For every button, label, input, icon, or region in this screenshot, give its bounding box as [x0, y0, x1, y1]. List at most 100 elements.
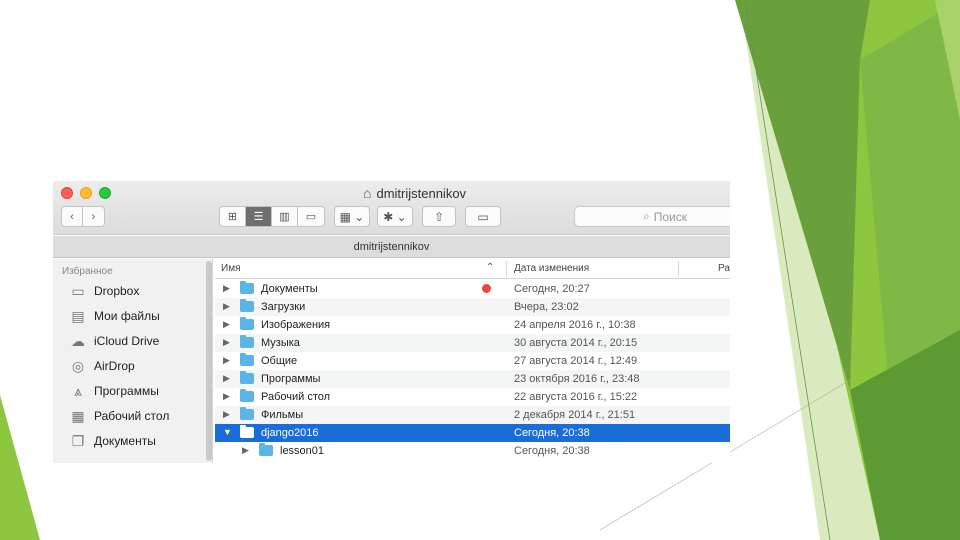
folder-icon [240, 407, 254, 420]
all-files-icon: ▤ [71, 307, 85, 324]
search-field[interactable]: ⌕ Поиск [574, 206, 730, 227]
item-date: 22 августа 2016 г., 15:22 [514, 391, 638, 403]
item-date: 30 августа 2014 г., 20:15 [514, 337, 638, 349]
sidebar-item-applications[interactable]: ⩓ Программы [68, 381, 159, 401]
disclosure-triangle-icon[interactable]: ▶ [223, 301, 230, 312]
grid-icon: ⊞ [227, 211, 238, 223]
list-item[interactable]: ▶ Общие 27 августа 2014 г., 12:49 [215, 352, 730, 370]
column-header-date[interactable]: Дата изменения [514, 263, 589, 274]
item-date: Сегодня, 20:38 [514, 445, 590, 457]
home-icon: ⌂ [363, 185, 372, 201]
zoom-button[interactable] [99, 187, 111, 199]
item-name: Рабочий стол [261, 391, 331, 403]
desktop-icon: ▦ [71, 407, 85, 424]
list-item[interactable]: ▶ Фильмы 2 декабря 2014 г., 21:51 [215, 406, 730, 424]
tags-button[interactable]: ▭ [465, 206, 501, 227]
disclosure-triangle-icon[interactable]: ▶ [223, 337, 230, 348]
sidebar-item-documents[interactable]: ❐ Документы [68, 431, 156, 451]
navigation-buttons: ‹ › [61, 206, 105, 227]
disclosure-triangle-icon[interactable]: ▶ [223, 283, 230, 294]
sidebar-item-icloud-drive[interactable]: ☁ iCloud Drive [68, 331, 159, 351]
folder-icon [240, 299, 254, 312]
share-button[interactable]: ⇧ [422, 206, 456, 227]
column-header-size[interactable]: Ра [718, 263, 730, 274]
sidebar-item-label: Dropbox [94, 284, 140, 298]
sidebar-item-desktop[interactable]: ▦ Рабочий стол [68, 406, 169, 426]
disclosure-triangle-icon[interactable]: ▶ [223, 355, 230, 366]
item-name: Программы [261, 373, 321, 385]
share-icon: ⇧ [433, 209, 445, 224]
sidebar-item-label: Мои файлы [94, 309, 160, 323]
folder-icon [240, 335, 254, 348]
disclosure-triangle-icon[interactable]: ▶ [242, 445, 249, 456]
cloud-icon: ☁ [71, 332, 85, 349]
disclosure-triangle-icon[interactable]: ▶ [223, 319, 230, 330]
path-bar: dmitrijstennikov [53, 236, 730, 258]
forward-button[interactable]: › [83, 207, 104, 226]
sort-ascending-icon: ⌃ [486, 262, 495, 273]
folder-icon: ▭ [71, 282, 85, 299]
action-button[interactable]: ✱ ⌄ [377, 206, 413, 227]
presentation-slide: ⌂ dmitrijstennikov ‹ › ⊞ ☰ ▥ ▭ ▦ ⌄ ✱ ⌄ ⇧… [0, 0, 960, 540]
sidebar-item-dropbox[interactable]: ▭ Dropbox [68, 281, 139, 301]
disclosure-triangle-icon[interactable]: ▶ [223, 373, 230, 384]
folder-icon [259, 443, 273, 456]
item-name: django2016 [261, 427, 319, 439]
title-bar: ⌂ dmitrijstennikov ‹ › ⊞ ☰ ▥ ▭ ▦ ⌄ ✱ ⌄ ⇧… [53, 181, 730, 235]
item-name: Изображения [261, 319, 331, 331]
sidebar: Избранное ▭ Dropbox ▤ Мои файлы ☁ iCloud… [53, 259, 213, 463]
list-item[interactable]: ▶ lesson01 Сегодня, 20:38 [215, 442, 730, 460]
folder-icon [240, 425, 254, 438]
item-name: Общие [261, 355, 298, 367]
sidebar-scrollbar[interactable] [206, 261, 212, 461]
list-item-selected[interactable]: ▼ django2016 Сегодня, 20:38 [215, 424, 730, 442]
sidebar-item-label: AirDrop [94, 359, 135, 373]
column-header-name[interactable]: Имя [221, 263, 240, 274]
back-button[interactable]: ‹ [62, 207, 83, 226]
sidebar-heading: Избранное [62, 266, 113, 277]
list-item[interactable]: ▶ Музыка 30 августа 2014 г., 20:15 [215, 334, 730, 352]
sidebar-item-label: Программы [94, 384, 159, 398]
disclosure-triangle-icon[interactable]: ▶ [223, 391, 230, 402]
item-date: Сегодня, 20:27 [514, 283, 590, 295]
gear-icon: ✱ ⌄ [383, 209, 407, 224]
sidebar-item-airdrop[interactable]: ◎ AirDrop [68, 356, 135, 376]
list-item[interactable]: ▶ Рабочий стол 22 августа 2016 г., 15:22 [215, 388, 730, 406]
sidebar-item-my-files[interactable]: ▤ Мои файлы [68, 306, 160, 326]
list-item[interactable]: ▶ Документы Сегодня, 20:27 [215, 280, 730, 298]
item-name: Музыка [261, 337, 300, 349]
disclosure-triangle-icon[interactable]: ▶ [223, 409, 230, 420]
cover-flow-icon: ▭ [305, 211, 317, 223]
list-view-button[interactable]: ☰ [246, 207, 272, 226]
list-item[interactable]: ▶ Программы 23 октября 2016 г., 23:48 [215, 370, 730, 388]
airdrop-icon: ◎ [71, 357, 85, 374]
cover-flow-view-button[interactable]: ▭ [298, 207, 324, 226]
folder-icon [240, 281, 254, 294]
file-list: Имя ⌃ Дата изменения Ра ▶ Документы Сего… [215, 259, 730, 463]
sidebar-item-label: iCloud Drive [94, 334, 160, 348]
folder-icon [240, 371, 254, 384]
folder-icon [240, 317, 254, 330]
list-item[interactable]: ▶ Изображения 24 апреля 2016 г., 10:38 [215, 316, 730, 334]
item-name: Загрузки [261, 301, 306, 313]
list-item[interactable]: ▶ Загрузки Вчера, 23:02 [215, 298, 730, 316]
finder-window: ⌂ dmitrijstennikov ‹ › ⊞ ☰ ▥ ▭ ▦ ⌄ ✱ ⌄ ⇧… [53, 181, 730, 463]
column-view-button[interactable]: ▥ [272, 207, 298, 226]
tag-icon: ▭ [477, 209, 489, 224]
search-placeholder: Поиск [653, 209, 687, 224]
minimize-button[interactable] [80, 187, 92, 199]
column-divider [678, 261, 679, 277]
close-button[interactable] [61, 187, 73, 199]
sidebar-item-label: Рабочий стол [94, 409, 170, 423]
item-date: 24 апреля 2016 г., 10:38 [514, 319, 636, 331]
disclosure-triangle-expanded-icon[interactable]: ▼ [223, 427, 232, 437]
search-icon: ⌕ [643, 209, 650, 223]
item-date: 23 октября 2016 г., 23:48 [514, 373, 640, 385]
list-icon: ☰ [253, 211, 264, 223]
item-date: 27 августа 2014 г., 12:49 [514, 355, 638, 367]
item-date: 2 декабря 2014 г., 21:51 [514, 409, 636, 421]
icon-view-button[interactable]: ⊞ [220, 207, 246, 226]
arrange-button[interactable]: ▦ ⌄ [334, 206, 370, 227]
path-bar-title: dmitrijstennikov [353, 240, 430, 253]
chevron-left-icon: ‹ [70, 210, 74, 223]
